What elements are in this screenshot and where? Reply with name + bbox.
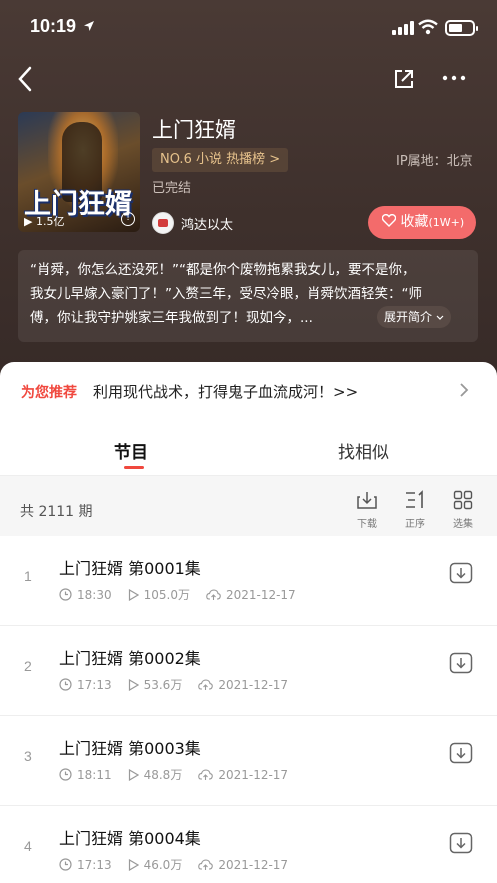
episode-meta: 17:13 46.0万 2021-12-17 (59, 856, 288, 873)
favorite-label: 收藏 (400, 214, 429, 230)
expand-intro-button[interactable]: 展开简介 (377, 306, 451, 328)
episode-duration: 18:30 (77, 587, 112, 602)
active-tab-indicator (124, 466, 144, 469)
list-toolbar: 共 2111 期 下载 正序 选集 (0, 476, 497, 536)
download-all-button[interactable]: 下载 (350, 490, 384, 530)
album-title: 上门狂婿 (152, 118, 236, 142)
tab-episodes[interactable]: 节目 (114, 438, 148, 463)
episode-count: 共 2111 期 (20, 504, 93, 520)
episode-plays: 46.0万 (143, 858, 183, 872)
upload-date-icon (198, 678, 214, 690)
clock-icon (59, 768, 72, 781)
location-arrow-icon (84, 21, 94, 31)
intro-line: 我女儿早嫁入豪门了！”入赘三年，受尽冷眼，肖舜饮酒轻笑：“师 (30, 286, 422, 302)
cellular-signal-icon (392, 21, 414, 35)
recommend-text: 利用现代战术，打得鬼子血流成河！>> (93, 383, 359, 401)
episode-title: 上门狂婿 第0004集 (59, 829, 201, 848)
clock-icon (59, 678, 72, 691)
upload-date-icon (206, 588, 221, 600)
more-options-icon[interactable] (442, 70, 466, 86)
episode-row[interactable]: 2 上门狂婿 第0002集 17:13 53.6万 2021-12-17 (0, 626, 497, 716)
ip-location: IP属地：北京 (396, 154, 473, 169)
share-icon[interactable] (393, 68, 415, 90)
intro-line: “肖舜，你怎么还没死！”“都是你个废物拖累我女儿，要不是你， (30, 262, 416, 278)
episode-duration: 18:11 (77, 767, 112, 782)
episode-download-icon[interactable] (449, 832, 473, 854)
play-count-icon (128, 588, 139, 601)
episode-date: 2021-12-17 (218, 677, 289, 692)
episode-sheet: 为您推荐 利用现代战术，打得鬼子血流成河！>> 节目 找相似 共 2111 期 … (0, 362, 497, 883)
info-icon[interactable]: ! (121, 212, 135, 226)
play-count-icon (128, 678, 139, 691)
play-count-icon (128, 768, 139, 781)
clock-icon (59, 588, 72, 601)
episode-date: 2021-12-17 (218, 767, 289, 782)
cover-play-count: ▶ 1.5亿 (24, 215, 65, 228)
episode-date: 2021-12-17 (225, 587, 296, 602)
episode-number: 3 (24, 748, 32, 764)
chevron-down-icon (436, 315, 444, 320)
back-arrow-icon[interactable] (14, 64, 38, 94)
grid-icon (453, 490, 473, 510)
author-avatar[interactable] (152, 212, 174, 234)
episode-title: 上门狂婿 第0002集 (59, 649, 201, 668)
album-intro[interactable]: “肖舜，你怎么还没死！”“都是你个废物拖累我女儿，要不是你， 我女儿早嫁入豪门了… (18, 250, 478, 342)
episode-meta: 17:13 53.6万 2021-12-17 (59, 676, 288, 693)
clock-icon (59, 858, 72, 871)
sort-order-button[interactable]: 正序 (398, 490, 432, 530)
select-label: 选集 (453, 519, 473, 530)
author-name[interactable]: 鸿达以太 (181, 214, 233, 233)
rank-badge[interactable]: NO.6 小说 热播榜 > (152, 148, 289, 172)
expand-label: 展开简介 (384, 310, 433, 324)
select-episodes-button[interactable]: 选集 (446, 490, 480, 530)
episode-number: 1 (24, 568, 32, 584)
episode-meta: 18:30 105.0万 2021-12-17 (59, 586, 296, 603)
episode-download-icon[interactable] (449, 742, 473, 764)
album-cover[interactable]: 上门狂婿 ▶ 1.5亿 ! (18, 112, 140, 232)
episode-title: 上门狂婿 第0001集 (59, 559, 201, 578)
chevron-right-icon (460, 383, 469, 397)
tab-bar: 节目 找相似 (0, 424, 497, 476)
completion-status: 已完结 (152, 181, 192, 196)
tab-find-similar[interactable]: 找相似 (338, 438, 389, 463)
download-icon (357, 492, 377, 509)
episode-number: 4 (24, 838, 32, 854)
upload-date-icon (198, 768, 214, 780)
play-count-icon (128, 858, 139, 871)
wifi-icon (418, 19, 438, 35)
episode-title: 上门狂婿 第0003集 (59, 739, 201, 758)
episode-date: 2021-12-17 (218, 857, 289, 872)
episode-duration: 17:13 (77, 677, 112, 692)
episode-number: 2 (24, 658, 32, 674)
download-label: 下载 (357, 519, 377, 530)
upload-date-icon (198, 858, 214, 870)
episode-plays: 48.8万 (143, 768, 183, 782)
order-label: 正序 (405, 519, 425, 530)
episode-row[interactable]: 1 上门狂婿 第0001集 18:30 105.0万 2021-12-17 (0, 536, 497, 626)
episode-download-icon[interactable] (449, 562, 473, 584)
sort-icon (406, 490, 423, 508)
episode-plays: 105.0万 (143, 588, 190, 602)
recommend-label: 为您推荐 (21, 385, 77, 401)
heart-plus-icon (381, 213, 397, 227)
status-bar: 10:19 (0, 0, 497, 58)
episode-row[interactable]: 3 上门狂婿 第0003集 18:11 48.8万 2021-12-17 (0, 716, 497, 806)
favorite-button[interactable]: 收藏(1W+) (368, 206, 476, 239)
episode-plays: 53.6万 (143, 678, 183, 692)
album-header: 10:19 上门狂婿 ▶ 1.5亿 ! 上门狂婿 NO.6 小说 热播榜 > I… (0, 0, 497, 400)
episode-download-icon[interactable] (449, 652, 473, 674)
status-time: 10:19 (30, 16, 77, 36)
episode-meta: 18:11 48.8万 2021-12-17 (59, 766, 288, 783)
favorite-count: (1W+) (428, 216, 465, 229)
episode-row[interactable]: 4 上门狂婿 第0004集 17:13 46.0万 2021-12-17 (0, 806, 497, 883)
battery-icon (445, 20, 478, 36)
episode-duration: 17:13 (77, 857, 112, 872)
